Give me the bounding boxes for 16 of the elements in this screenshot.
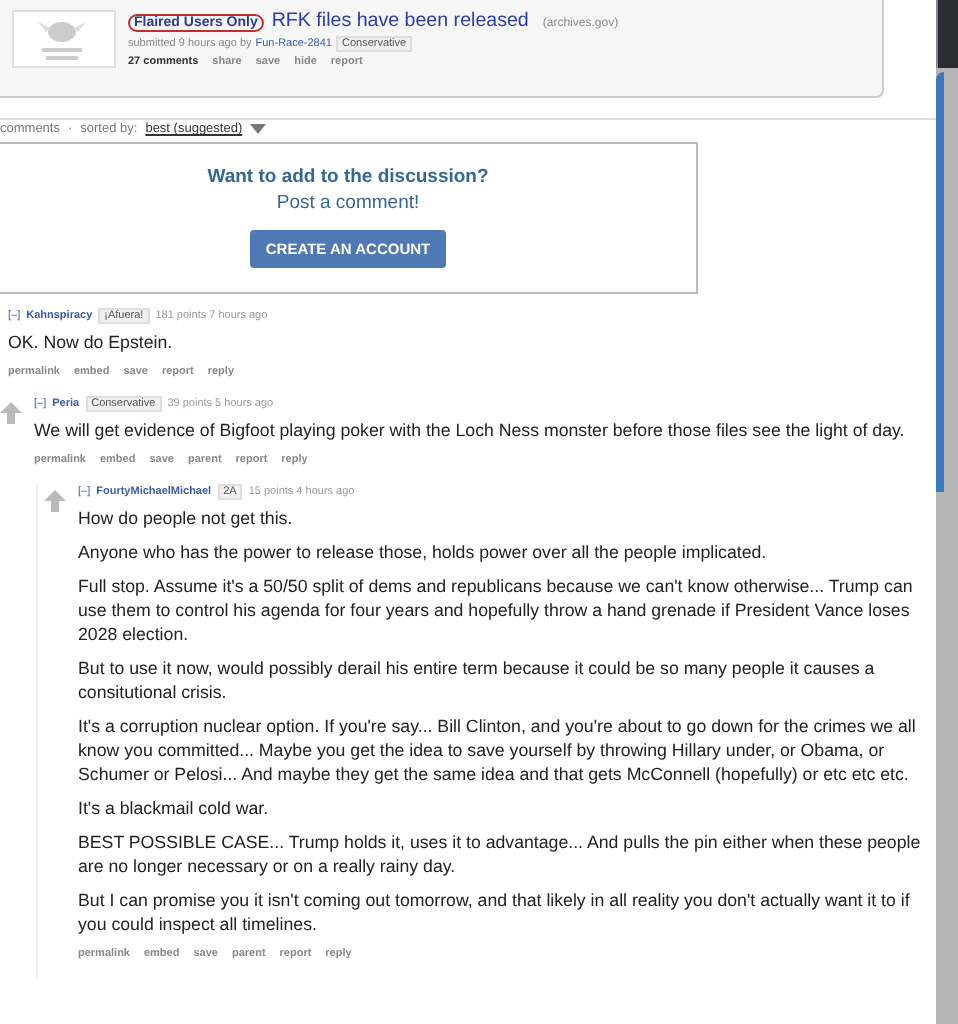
post-title[interactable]: RFK files have been released <box>271 10 529 32</box>
comment-text: But to use it now, would possibly derail his entire term because it could be so many people it causes a consitutional crisis. <box>78 656 877 704</box>
comment-text: OK. Now do Epstein. <box>8 330 175 354</box>
prompt-heading: Want to add to the discussion? <box>207 166 489 188</box>
comment-text: We will get evidence of Bigfoot playing poker with the Loch Ness monster before those files see the light of day. <box>34 418 907 442</box>
comment-text: BEST POSSIBLE CASE... Trump holds it, uses it to advantage... And pulls the pin either when these people are no longer necessary or on a really rainy day. <box>78 830 923 878</box>
comment-text: But I can promise you it isn't coming out tomorrow, and that likely in all reality you don't actually want it to if you could inspect all timelines. <box>78 888 912 936</box>
upvote-arrow-icon[interactable] <box>44 490 66 512</box>
comment-text: It's a corruption nuclear option. If you're say... Bill Clinton, and you're about to go down for the crimes we all know you committed... Maybe you get the idea to save yourself by throwing Hillary under, or Obama, or Schumer or Pelosi... And maybe they get the same idea and that gets McConnell (hopefully) or etc etc etc. <box>78 714 918 786</box>
prompt-subheading: Post a comment! <box>276 192 420 214</box>
upvote-arrow-icon[interactable] <box>0 402 22 424</box>
dropdown-caret-icon[interactable] <box>250 124 267 134</box>
comment-text: Anyone who has the power to release those, holds power over all the people implicated. <box>78 540 769 564</box>
comment-text: Full stop. Assume it's a 50/50 split of dems and republicans because we can't know otherwise... Trump can use them to control his agenda for four years and hopefully throw a hand grenade if President Vance loses 2028 election. <box>78 574 915 646</box>
comment-text: How do people not get this. <box>78 506 295 530</box>
comment-text: It's a blackmail cold war. <box>78 796 271 820</box>
